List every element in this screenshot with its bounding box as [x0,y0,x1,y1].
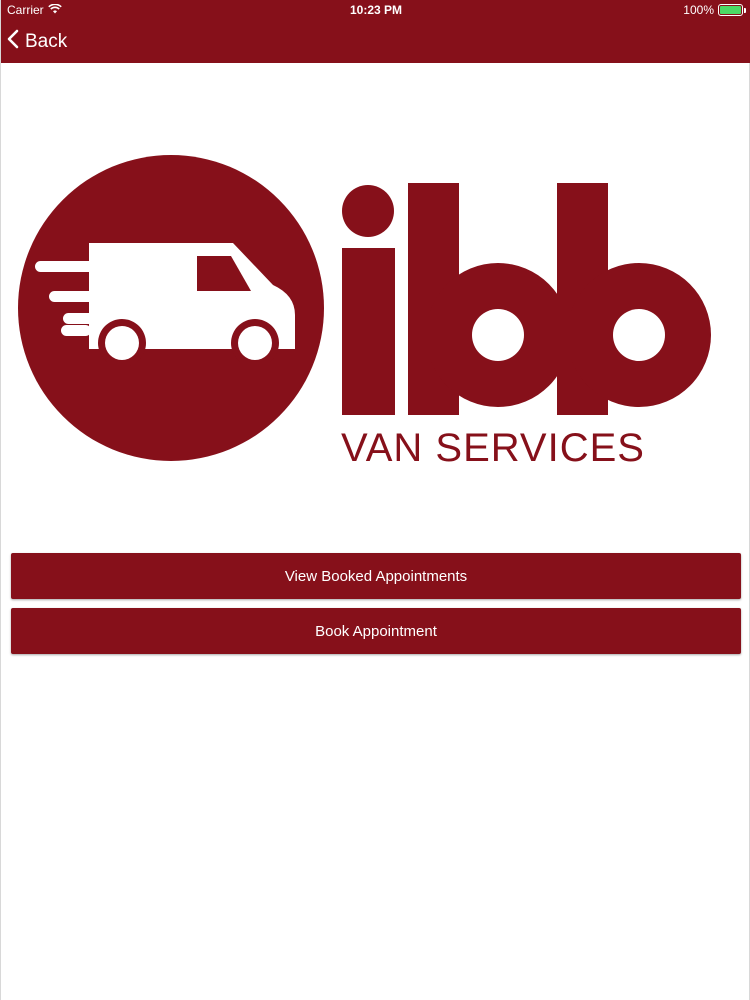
van-icon [18,155,324,461]
battery-indicator: 100% [683,3,746,17]
status-time: 10:23 PM [349,3,403,17]
logo-tagline: VAN SERVICES [341,426,645,470]
header: Carrier 10:23 PM 100% Back [1,0,750,63]
back-button[interactable]: Back [7,26,67,58]
company-logo: VAN SERVICES [1,63,750,533]
app-screen: Carrier 10:23 PM 100% Back VAN SERVICES … [0,0,750,1000]
status-bar: Carrier 10:23 PM 100% [1,0,750,20]
back-label: Back [25,31,68,52]
chevron-left-icon [7,29,19,55]
navigation-bar: Back [1,20,750,63]
battery-percent: 100% [683,3,714,17]
view-booked-appointments-button[interactable]: View Booked Appointments [11,553,741,599]
battery-icon [718,4,746,16]
book-appointment-button[interactable]: Book Appointment [11,608,741,654]
ibb-wordmark [342,183,711,415]
